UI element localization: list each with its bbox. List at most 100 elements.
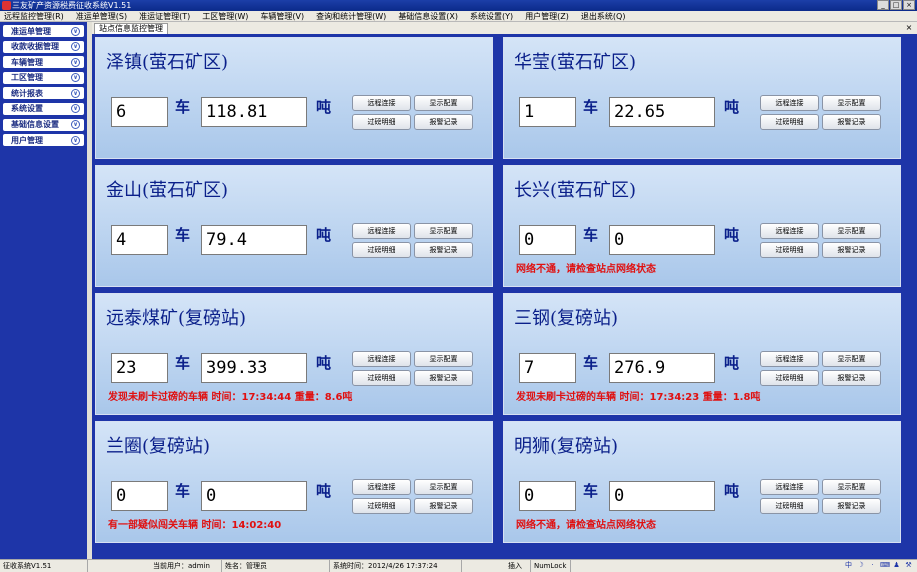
display-config-button[interactable]: 显示配置 <box>822 351 881 367</box>
person-icon[interactable]: ♟ <box>892 561 901 570</box>
weigh-details-button[interactable]: 过磅明细 <box>760 242 819 258</box>
remote-connect-button[interactable]: 远程连接 <box>352 223 411 239</box>
station-panel: 远泰煤矿(复磅站) 23 车 399.33 吨 远程连接 显示配置 过磅明细 报… <box>95 293 493 415</box>
vehicle-unit-label: 车 <box>583 98 599 116</box>
vehicle-unit-label: 车 <box>175 98 191 116</box>
menu-user-management[interactable]: 用户管理(Z) <box>525 11 569 21</box>
sidebar-item-basic-info[interactable]: 基础信息设置 ∨ <box>3 118 84 131</box>
maximize-button[interactable]: □ <box>890 0 902 10</box>
display-config-button[interactable]: 显示配置 <box>414 223 473 239</box>
display-config-button[interactable]: 显示配置 <box>414 351 473 367</box>
sidebar-item-system-settings[interactable]: 系统设置 ∨ <box>3 102 84 115</box>
status-app-name: 征收系统V1.51 <box>0 560 88 572</box>
vehicle-unit-label: 车 <box>583 354 599 372</box>
weight-field: 79.4 <box>201 225 307 255</box>
menu-work-area[interactable]: 工区管理(W) <box>202 11 248 21</box>
display-config-button[interactable]: 显示配置 <box>822 95 881 111</box>
station-panel: 长兴(萤石矿区) 0 车 0 吨 远程连接 显示配置 过磅明细 报警记录 网络不… <box>503 165 901 287</box>
sidebar-item-receipts[interactable]: 收款收据管理 ∨ <box>3 40 84 53</box>
close-tab-icon[interactable]: × <box>904 23 914 33</box>
weight-field: 0 <box>201 481 307 511</box>
weigh-details-button[interactable]: 过磅明细 <box>352 114 411 130</box>
status-numlock: NumLock <box>531 560 571 572</box>
vehicle-count-field: 4 <box>111 225 168 255</box>
menu-remote-monitor[interactable]: 远程监控管理(R) <box>4 11 64 21</box>
ime-icon[interactable]: 中 <box>844 561 853 570</box>
remote-connect-button[interactable]: 远程连接 <box>760 351 819 367</box>
sidebar-item-transport-order[interactable]: 准运单管理 ∨ <box>3 25 84 37</box>
weigh-details-button[interactable]: 过磅明细 <box>760 498 819 514</box>
menu-exit[interactable]: 退出系统(Q) <box>581 11 626 21</box>
weigh-details-button[interactable]: 过磅明细 <box>352 498 411 514</box>
keyboard-icon[interactable]: ⌨ <box>880 561 890 570</box>
sidebar-item-user-management[interactable]: 用户管理 ∨ <box>3 134 84 147</box>
vehicle-unit-label: 车 <box>175 226 191 244</box>
menu-system-settings[interactable]: 系统设置(Y) <box>470 11 513 21</box>
remote-connect-button[interactable]: 远程连接 <box>760 95 819 111</box>
weight-field: 0 <box>609 481 715 511</box>
vehicle-count-field: 0 <box>111 481 168 511</box>
sidebar-item-vehicle[interactable]: 车辆管理 ∨ <box>3 56 84 69</box>
weigh-details-button[interactable]: 过磅明细 <box>760 370 819 386</box>
vehicle-count-field: 1 <box>519 97 576 127</box>
weigh-details-button[interactable]: 过磅明细 <box>352 242 411 258</box>
menu-query-stats[interactable]: 查询和统计管理(W) <box>316 11 386 21</box>
remote-connect-button[interactable]: 远程连接 <box>352 479 411 495</box>
chevron-down-icon: ∨ <box>71 42 80 52</box>
alarm-records-button[interactable]: 报警记录 <box>414 498 473 514</box>
weight-field: 0 <box>609 225 715 255</box>
station-panel: 华莹(萤石矿区) 1 车 22.65 吨 远程连接 显示配置 过磅明细 报警记录 <box>503 37 901 159</box>
vehicle-unit-label: 车 <box>175 482 191 500</box>
display-config-button[interactable]: 显示配置 <box>414 95 473 111</box>
alarm-records-button[interactable]: 报警记录 <box>414 114 473 130</box>
remote-connect-button[interactable]: 远程连接 <box>352 351 411 367</box>
dot-icon[interactable]: · <box>868 561 877 570</box>
remote-connect-button[interactable]: 远程连接 <box>352 95 411 111</box>
menu-transport-order[interactable]: 准运单管理(S) <box>76 11 127 21</box>
alarm-records-button[interactable]: 报警记录 <box>822 370 881 386</box>
weigh-details-button[interactable]: 过磅明细 <box>760 114 819 130</box>
tab-station-monitor[interactable]: 站点信息监控管理 <box>94 23 168 34</box>
station-alert: 有一部疑似闯关车辆 时间：14:02:40 <box>108 520 282 531</box>
minimize-button[interactable]: _ <box>877 0 889 10</box>
close-button[interactable]: × <box>903 0 915 10</box>
alarm-records-button[interactable]: 报警记录 <box>822 242 881 258</box>
alarm-records-button[interactable]: 报警记录 <box>822 498 881 514</box>
vehicle-count-field: 0 <box>519 225 576 255</box>
status-user-name: 姓名：管理员 <box>222 560 330 572</box>
remote-connect-button[interactable]: 远程连接 <box>760 479 819 495</box>
chevron-down-icon: ∨ <box>71 135 80 145</box>
weigh-details-button[interactable]: 过磅明细 <box>352 370 411 386</box>
chevron-down-icon: ∨ <box>71 120 80 130</box>
station-name: 明狮(复磅站) <box>514 436 619 457</box>
ton-unit-label: 吨 <box>316 354 332 372</box>
weight-field: 22.65 <box>609 97 715 127</box>
menu-vehicle[interactable]: 车辆管理(V) <box>260 11 304 21</box>
alarm-records-button[interactable]: 报警记录 <box>822 114 881 130</box>
app-icon <box>2 1 11 10</box>
wrench-icon[interactable]: ⚒ <box>904 561 913 570</box>
station-alert: 网络不通，请检查站点网络状态 <box>516 264 656 275</box>
sidebar-item-work-area[interactable]: 工区管理 ∨ <box>3 71 84 84</box>
display-config-button[interactable]: 显示配置 <box>414 479 473 495</box>
ton-unit-label: 吨 <box>724 226 740 244</box>
display-config-button[interactable]: 显示配置 <box>822 479 881 495</box>
station-panel: 兰圈(复磅站) 0 车 0 吨 远程连接 显示配置 过磅明细 报警记录 有一部疑… <box>95 421 493 543</box>
moon-icon[interactable]: ☽ <box>856 561 865 570</box>
vehicle-count-field: 7 <box>519 353 576 383</box>
display-config-button[interactable]: 显示配置 <box>822 223 881 239</box>
status-bar: 征收系统V1.51 当前用户：admin 姓名：管理员 系统时间：2012/4/… <box>0 559 917 572</box>
station-panel: 泽镇(萤石矿区) 6 车 118.81 吨 远程连接 显示配置 过磅明细 报警记… <box>95 37 493 159</box>
chevron-down-icon: ∨ <box>71 73 80 83</box>
menu-basic-info[interactable]: 基础信息设置(X) <box>398 11 458 21</box>
menu-transport-permit[interactable]: 准运证管理(T) <box>139 11 190 21</box>
ton-unit-label: 吨 <box>724 98 740 116</box>
vehicle-unit-label: 车 <box>583 482 599 500</box>
station-name: 远泰煤矿(复磅站) <box>106 308 247 329</box>
alarm-records-button[interactable]: 报警记录 <box>414 242 473 258</box>
sidebar-item-reports[interactable]: 统计报表 ∨ <box>3 87 84 100</box>
remote-connect-button[interactable]: 远程连接 <box>760 223 819 239</box>
station-name: 金山(萤石矿区) <box>106 180 229 201</box>
alarm-records-button[interactable]: 报警记录 <box>414 370 473 386</box>
station-alert: 发现未刷卡过磅的车辆 时间：17:34:23 重量：1.8吨 <box>516 392 761 403</box>
